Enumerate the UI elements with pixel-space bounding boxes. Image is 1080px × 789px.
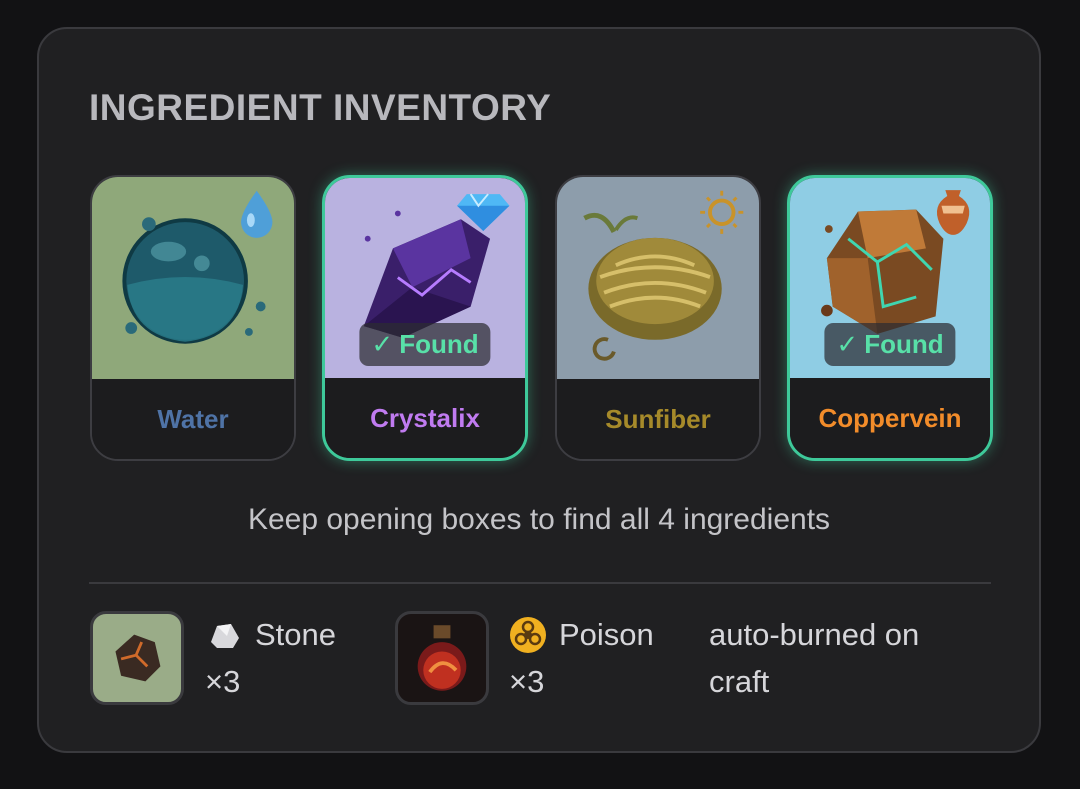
divider [89, 582, 991, 584]
found-label: Found [864, 329, 944, 359]
waste-label-poison: Poison ×3 [509, 611, 654, 705]
biohazard-icon [510, 616, 546, 653]
water-drop-icon [241, 190, 273, 238]
waste-count: ×3 [205, 664, 241, 699]
found-label: Found [399, 329, 479, 359]
ingredient-art [92, 177, 294, 381]
sun-icon [700, 190, 744, 234]
waste-name: Poison [559, 617, 654, 652]
waste-name: Stone [255, 617, 337, 652]
ingredient-name: Water [92, 379, 294, 459]
ingredient-card-sunfiber[interactable]: Sunfiber [555, 175, 761, 461]
ingredient-name: Crystalix [325, 378, 525, 458]
check-icon: ✓ [371, 329, 394, 359]
waste-label-stone: Stone ×3 [205, 611, 336, 705]
ingredient-art: ✓ Found [790, 178, 990, 381]
ingredient-art: ✓ Found [325, 178, 525, 381]
found-badge: ✓ Found [359, 323, 491, 366]
waste-count: ×3 [509, 664, 545, 699]
rock-icon [211, 623, 239, 648]
poison-potion-icon [417, 625, 467, 691]
ingredient-card-crystalix[interactable]: ✓ Found Crystalix [322, 175, 528, 461]
panel-title: INGREDIENT INVENTORY [89, 87, 552, 128]
found-badge: ✓ Found [824, 323, 956, 366]
ingredient-name: Coppervein [790, 378, 990, 458]
ingredient-card-water[interactable]: Water [90, 175, 296, 461]
check-icon: ✓ [836, 329, 859, 359]
hint-text: Keep opening boxes to find all 4 ingredi… [247, 503, 831, 536]
waste-item-poison [395, 611, 489, 705]
auto-burn-note: auto-burned on craft [709, 617, 920, 699]
ingredient-art [557, 177, 759, 381]
waste-item-stone [90, 611, 184, 705]
stone-icon [115, 634, 161, 682]
ingredient-inventory-panel: INGREDIENT INVENTORY Water ✓ Found Cryst… [37, 27, 1041, 753]
ingredient-card-coppervein[interactable]: ✓ Found Coppervein [787, 175, 993, 461]
ingredient-name: Sunfiber [557, 379, 759, 459]
